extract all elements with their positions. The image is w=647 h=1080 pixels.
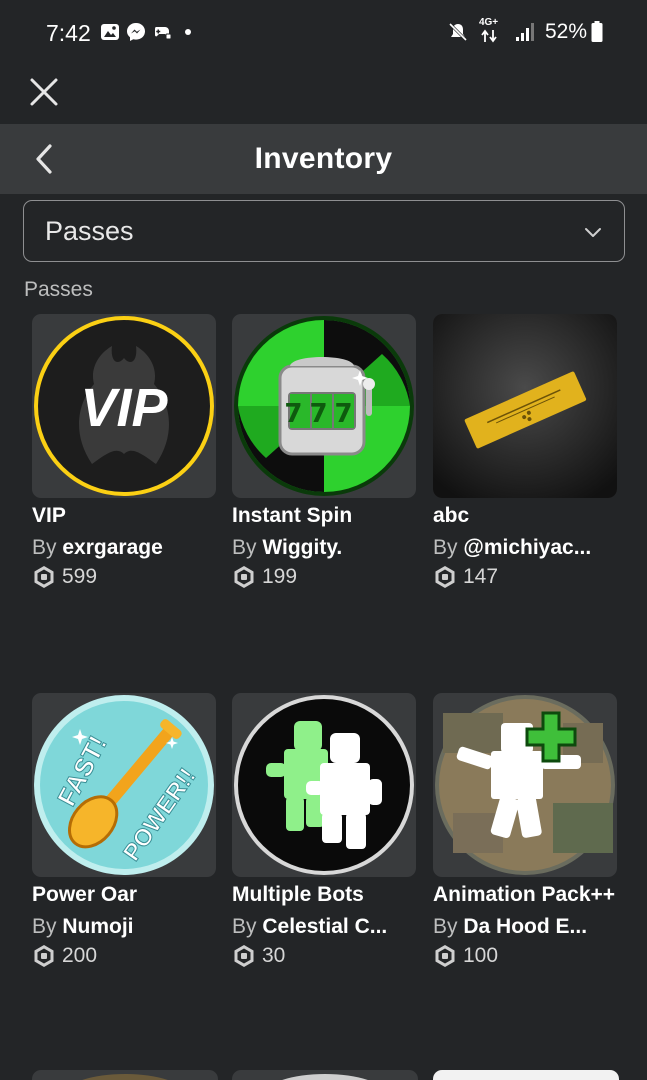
creator-name: Numoji	[62, 915, 134, 938]
pass-name: Animation Pack++	[433, 883, 616, 906]
pass-card[interactable]: Animation Pack++ By Da Hood E... 100	[433, 693, 619, 968]
mute-icon	[448, 22, 468, 42]
dot-icon	[185, 29, 191, 35]
section-label: Passes	[24, 278, 93, 301]
pass-creator: By Wiggity.	[232, 536, 422, 560]
pass-card-partial[interactable]	[32, 1070, 218, 1080]
price-value: 30	[262, 944, 286, 967]
status-time: 7:42	[46, 20, 91, 46]
pass-price: 100	[433, 944, 619, 968]
data-arrows-icon: 4G+	[478, 17, 505, 44]
by-label: By	[433, 915, 458, 938]
close-row	[0, 66, 647, 124]
pass-card[interactable]: Multiple Bots By Celestial C... 30	[232, 693, 418, 968]
pass-card[interactable]: VIP VIP By exrgarage 599	[32, 314, 218, 589]
battery-percent: 52%	[544, 20, 587, 43]
pass-card[interactable]: 777 Instant Spin By Wiggity. 199	[232, 314, 418, 589]
category-dropdown-value: Passes	[45, 216, 134, 246]
pass-price: 199	[232, 565, 418, 589]
bots-icon	[234, 695, 414, 875]
creator-name: Celestial C...	[262, 915, 388, 938]
pass-creator: By @michiyac...	[433, 536, 623, 560]
vip-badge-icon: VIP	[34, 316, 214, 496]
creator-name: Wiggity.	[262, 536, 343, 559]
pass-price: 200	[32, 944, 218, 968]
robux-icon	[435, 945, 455, 967]
robux-icon	[34, 566, 54, 588]
pass-creator: By Celestial C...	[232, 915, 422, 939]
notification-icons	[100, 22, 198, 42]
pass-price: 147	[433, 565, 619, 589]
pass-name: Multiple Bots	[232, 883, 364, 906]
slot-machine-icon: 777	[234, 316, 414, 496]
price-value: 599	[62, 565, 98, 588]
by-label: By	[32, 536, 57, 559]
pass-creator: By Da Hood E...	[433, 915, 623, 939]
pass-name: abc	[433, 504, 470, 527]
page-header: Inventory	[0, 124, 647, 194]
pass-thumbnail	[433, 693, 617, 877]
animation-pack-icon	[435, 695, 615, 875]
gallery-icon	[101, 24, 119, 40]
pass-price: 30	[232, 944, 418, 968]
price-value: 147	[463, 565, 499, 588]
creator-name: Da Hood E...	[463, 915, 588, 938]
status-right-icons: 4G+ 52%	[447, 17, 603, 44]
pass-creator: By exrgarage	[32, 536, 222, 560]
slot-digits: 777	[284, 399, 359, 429]
pass-card[interactable]: FAST! POWER!! Power Oar By Numoji 200	[32, 693, 218, 968]
close-icon[interactable]	[28, 76, 60, 108]
pass-creator: By Numoji	[32, 915, 222, 939]
pass-card-partial[interactable]	[433, 1070, 619, 1080]
robux-icon	[234, 945, 254, 967]
pass-thumbnail: 777	[232, 314, 416, 498]
messenger-icon	[127, 23, 145, 41]
pass-name: Power Oar	[32, 883, 138, 906]
price-value: 199	[262, 565, 298, 588]
page-title: Inventory	[254, 142, 393, 175]
by-label: By	[433, 536, 458, 559]
pass-price: 599	[32, 565, 218, 589]
power-oar-icon: FAST! POWER!!	[34, 695, 214, 875]
creator-name: exrgarage	[62, 536, 163, 559]
price-value: 200	[62, 944, 98, 967]
pass-thumbnail: VIP	[32, 314, 216, 498]
robux-icon	[234, 566, 254, 588]
pass-thumbnail	[433, 314, 617, 498]
pass-card[interactable]: abc By @michiyac... 147	[433, 314, 619, 589]
battery-icon	[591, 21, 603, 42]
by-label: By	[32, 915, 57, 938]
robux-icon	[435, 566, 455, 588]
chevron-down-icon	[585, 228, 601, 237]
price-value: 100	[463, 944, 499, 967]
pass-card-partial[interactable]	[232, 1070, 418, 1080]
gold-bar-icon	[433, 314, 617, 498]
pass-name: VIP	[32, 504, 66, 527]
creator-name: @michiyac...	[463, 536, 592, 559]
pass-name: Instant Spin	[232, 504, 353, 527]
game-controller-icon	[155, 27, 172, 40]
signal-icon	[515, 23, 534, 41]
status-bar: 7:42 4G+ 52%	[0, 0, 647, 66]
by-label: By	[232, 915, 257, 938]
pass-thumbnail: FAST! POWER!!	[32, 693, 216, 877]
vip-label: VIP	[80, 378, 168, 438]
network-type: 4G+	[478, 17, 499, 28]
category-dropdown[interactable]: Passes	[23, 200, 625, 262]
by-label: By	[232, 536, 257, 559]
pass-thumbnail	[232, 693, 416, 877]
robux-icon	[34, 945, 54, 967]
